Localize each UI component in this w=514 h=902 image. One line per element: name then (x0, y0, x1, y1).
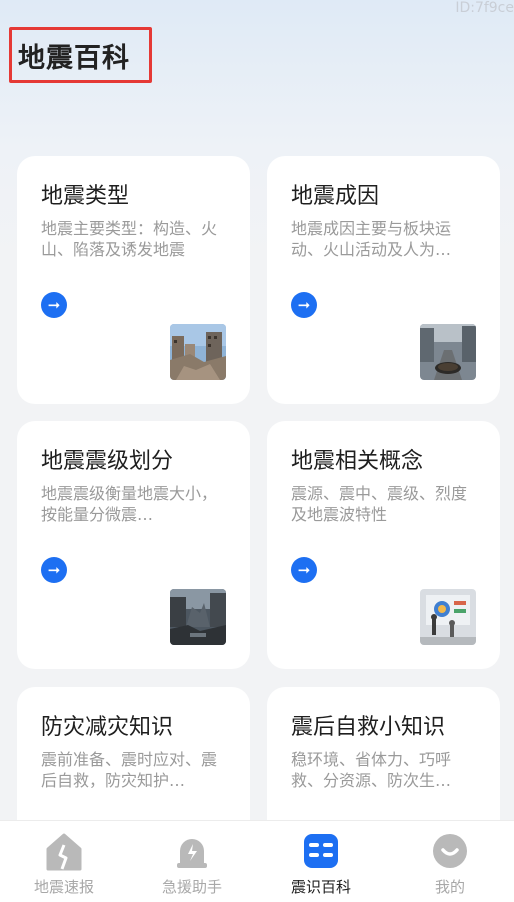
arrow-right-icon: ➞ (297, 295, 311, 314)
card-title: 震后自救小知识 (291, 715, 446, 740)
arrow-right-button[interactable]: ➞ (41, 292, 67, 318)
card-description: 地震震级衡量地震大小，按能量分微震… (41, 484, 218, 524)
arrow-right-button[interactable]: ➞ (41, 557, 67, 583)
science-exhibit-thumbnail (420, 589, 476, 645)
card-title: 地震类型 (41, 184, 130, 209)
card-title: 地震震级划分 (41, 449, 174, 474)
card-title: 防灾减灾知识 (41, 715, 174, 740)
tab-emergency-assistant[interactable]: 急援助手 (128, 821, 256, 902)
collapsed-buildings-thumbnail (170, 324, 226, 380)
arrow-right-button[interactable]: ➞ (291, 557, 317, 583)
tab-label: 急援助手 (161, 878, 222, 896)
card-title: 地震相关概念 (291, 449, 424, 474)
card-earthquake-types[interactable]: 地震类型 地震主要类型：构造、火山、陷落及诱发地震 ➞ (17, 156, 250, 404)
arrow-right-icon: ➞ (47, 295, 61, 314)
arrow-right-icon: ➞ (297, 560, 311, 579)
tab-encyclopedia[interactable]: 震识百科 (257, 821, 385, 902)
card-description: 震前准备、震时应对、震后自救，防灾知护… (41, 750, 218, 790)
watermark-id: ID:7f9ce (455, 0, 514, 16)
card-title: 地震成因 (291, 184, 380, 209)
card-description: 震源、震中、震级、烈度及地震波特性 (291, 484, 468, 524)
card-magnitude-classification[interactable]: 地震震级划分 地震震级衡量地震大小，按能量分微震… ➞ (17, 421, 250, 669)
encyclopedia-icon (304, 834, 338, 868)
card-description: 稳环境、省体力、巧呼救、分资源、防次生… (291, 750, 452, 790)
bottom-tab-bar: 地震速报 急援助手 震识百科 我的 (0, 820, 514, 902)
arrow-right-button[interactable]: ➞ (291, 292, 317, 318)
card-description: 地震主要类型：构造、火山、陷落及诱发地震 (41, 219, 218, 259)
page-title: 地震百科 (9, 27, 152, 83)
tab-earthquake-report[interactable]: 地震速报 (0, 821, 128, 902)
card-earthquake-causes[interactable]: 地震成因 地震成因主要与板块运动、火山活动及人为… ➞ (267, 156, 500, 404)
ruined-city-thumbnail (170, 589, 226, 645)
tab-profile[interactable]: 我的 (386, 821, 514, 902)
cracked-street-thumbnail (420, 324, 476, 380)
tab-label: 震识百科 (290, 878, 351, 896)
tab-label: 地震速报 (33, 878, 94, 896)
alarm-bell-icon (177, 839, 207, 868)
arrow-right-icon: ➞ (47, 560, 61, 579)
tab-label: 我的 (434, 878, 465, 896)
house-crack-icon (46, 833, 82, 871)
card-description: 地震成因主要与板块运动、火山活动及人为… (291, 219, 452, 259)
card-related-concepts[interactable]: 地震相关概念 震源、震中、震级、烈度及地震波特性 ➞ (267, 421, 500, 669)
profile-icon (433, 834, 467, 868)
page-title-text: 地震百科 (18, 42, 130, 74)
